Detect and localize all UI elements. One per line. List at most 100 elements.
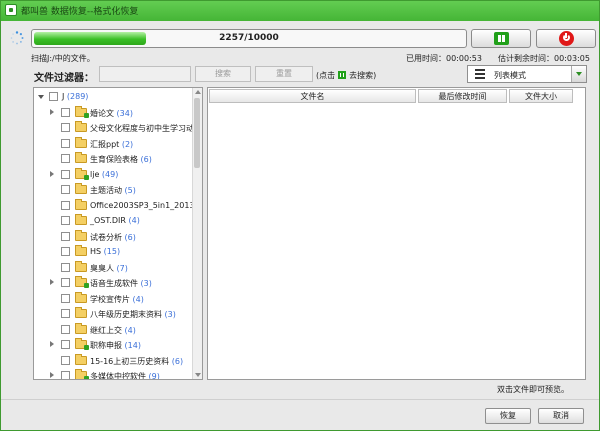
folder-icon: [75, 307, 87, 318]
recover-button[interactable]: 恢复: [485, 408, 531, 424]
tree-scrollbar[interactable]: [192, 88, 202, 379]
folder-name: 生育保险表格: [90, 155, 138, 164]
folder-checkbox[interactable]: [61, 138, 70, 148]
scroll-up-arrow-icon[interactable]: [195, 90, 201, 94]
folder-checkbox[interactable]: [61, 200, 70, 210]
folder-icon: [75, 260, 87, 272]
folder-name: HS: [90, 247, 102, 256]
folder-icon: [75, 322, 87, 334]
folder-checkbox[interactable]: [61, 355, 70, 365]
tree-item-label: Office2003SP3_5in1_20131117: [90, 200, 203, 210]
cancel-button[interactable]: 取消: [538, 408, 584, 424]
folder-checkbox[interactable]: [61, 247, 70, 256]
tree-item-label: 语音生成软件 (3): [90, 278, 152, 289]
folder-checkbox[interactable]: [61, 262, 70, 272]
folder-checkbox[interactable]: [61, 231, 70, 241]
elapsed-value: 00:00:53: [446, 54, 482, 63]
view-mode-value: 列表模式: [494, 71, 526, 80]
file-count: (34): [114, 108, 133, 118]
folder-checkbox[interactable]: [61, 169, 70, 179]
view-mode-select[interactable]: 列表模式: [467, 65, 587, 83]
folder-icon: [75, 167, 89, 180]
folder-icon: [75, 136, 87, 148]
folder-checkbox[interactable]: [61, 324, 70, 334]
file-count: (5): [122, 186, 136, 195]
column-header-filename[interactable]: 文件名: [209, 89, 416, 103]
folder-checkbox[interactable]: [61, 278, 70, 287]
recovery-window: 都叫兽 数据恢复--格式化恢复 2257/10000 扫描J:/中的文件。 已用…: [0, 0, 600, 431]
folder-icon: [75, 276, 89, 288]
folder-checkbox[interactable]: [61, 340, 70, 349]
folder-icon: [75, 229, 87, 241]
remaining-value: 00:03:05: [554, 54, 590, 63]
folder-checkbox[interactable]: [61, 107, 70, 117]
expand-arrow-down-icon[interactable]: [38, 95, 44, 99]
tree-item-label: _OST.DIR (4): [90, 216, 140, 225]
file-count: (15): [101, 247, 121, 256]
column-header-size[interactable]: 文件大小: [509, 89, 573, 103]
tree-item-label: 试卷分析 (6): [90, 232, 136, 243]
expand-arrow-right-icon[interactable]: [50, 372, 54, 378]
folder-name: 职称申报: [90, 341, 122, 350]
folder-name: Office2003SP3_5in1_20131117: [90, 200, 203, 210]
file-count: (6): [169, 356, 184, 366]
column-header-modified[interactable]: 最后修改时间: [418, 89, 507, 103]
chevron-down-icon[interactable]: [571, 66, 586, 82]
folder-checkbox[interactable]: [61, 154, 70, 163]
folder-checkbox[interactable]: [61, 371, 70, 379]
scroll-down-arrow-icon[interactable]: [195, 373, 201, 377]
reset-button[interactable]: 重置: [255, 66, 313, 82]
expand-arrow-right-icon[interactable]: [50, 279, 54, 285]
pause-button[interactable]: [471, 29, 531, 48]
filter-input[interactable]: [99, 66, 191, 82]
folder-checkbox[interactable]: [61, 216, 70, 225]
folder-name: 八年级历史期末资料: [90, 310, 162, 319]
folder-name: 臭臭人: [90, 263, 114, 273]
folder-checkbox[interactable]: [61, 185, 70, 194]
title-bar: 都叫兽 数据恢复--格式化恢复: [1, 1, 599, 21]
expand-arrow-right-icon[interactable]: [50, 341, 54, 347]
folder-icon: [75, 198, 87, 210]
folder-icon: [75, 245, 87, 256]
elapsed-time: 已用时间：00:00:53: [406, 53, 482, 64]
folder-tree: J (289) 婚论文 (34) 父母文化程度与初中生学习动机 汇报ppt (2) 生育…: [33, 87, 203, 380]
pause-icon: [494, 32, 509, 45]
folder-name: 多媒体中控软件: [90, 372, 146, 380]
folder-icon: [75, 369, 89, 379]
folder-checkbox[interactable]: [61, 309, 70, 318]
hint-suffix: 去搜索): [349, 71, 377, 80]
search-button[interactable]: 搜索: [195, 66, 251, 82]
file-count: (14): [122, 341, 141, 350]
remaining-time: 估计剩余时间：00:03:05: [498, 53, 590, 64]
pause-icon-small: [338, 71, 347, 79]
scan-status-text: 扫描J:/中的文件。: [31, 54, 95, 63]
folder-name: 学校宣传片: [90, 294, 130, 304]
tree-item-label: 父母文化程度与初中生学习动机: [90, 123, 202, 134]
folder-checkbox[interactable]: [61, 123, 70, 132]
tree-item-label: 学校宣传片 (4): [90, 294, 144, 305]
expand-arrow-right-icon[interactable]: [50, 170, 54, 177]
file-count: (4): [122, 325, 136, 335]
folder-checkbox[interactable]: [49, 92, 58, 101]
stop-button[interactable]: [536, 29, 596, 48]
tree-item-label: 臭臭人 (7): [90, 263, 128, 274]
folder-name: lje: [90, 169, 100, 179]
progress-count: 2257/10000: [219, 33, 279, 43]
tree-item-label: 继红上交 (4): [90, 325, 136, 336]
expand-arrow-right-icon[interactable]: [50, 108, 54, 115]
file-count: (9): [146, 372, 160, 380]
file-count: (3): [162, 310, 176, 319]
folder-name: 15-16上初三历史资料: [90, 356, 170, 366]
scroll-thumb[interactable]: [194, 98, 200, 168]
folder-name: 汇报ppt: [90, 139, 120, 149]
tree-item-label: 15-16上初三历史资料 (6): [90, 356, 183, 367]
app-logo-icon: [5, 4, 17, 16]
file-count: (6): [122, 232, 136, 242]
preview-hint: 双击文件即可预览。: [497, 385, 569, 394]
tree-item-label: 多媒体中控软件 (9): [90, 371, 160, 380]
folder-icon: [75, 291, 87, 303]
file-count: (49): [99, 169, 119, 179]
tree-item-label: 生育保险表格 (6): [90, 154, 152, 165]
search-hint: (点击 去搜索): [316, 70, 376, 81]
folder-checkbox[interactable]: [61, 293, 70, 303]
